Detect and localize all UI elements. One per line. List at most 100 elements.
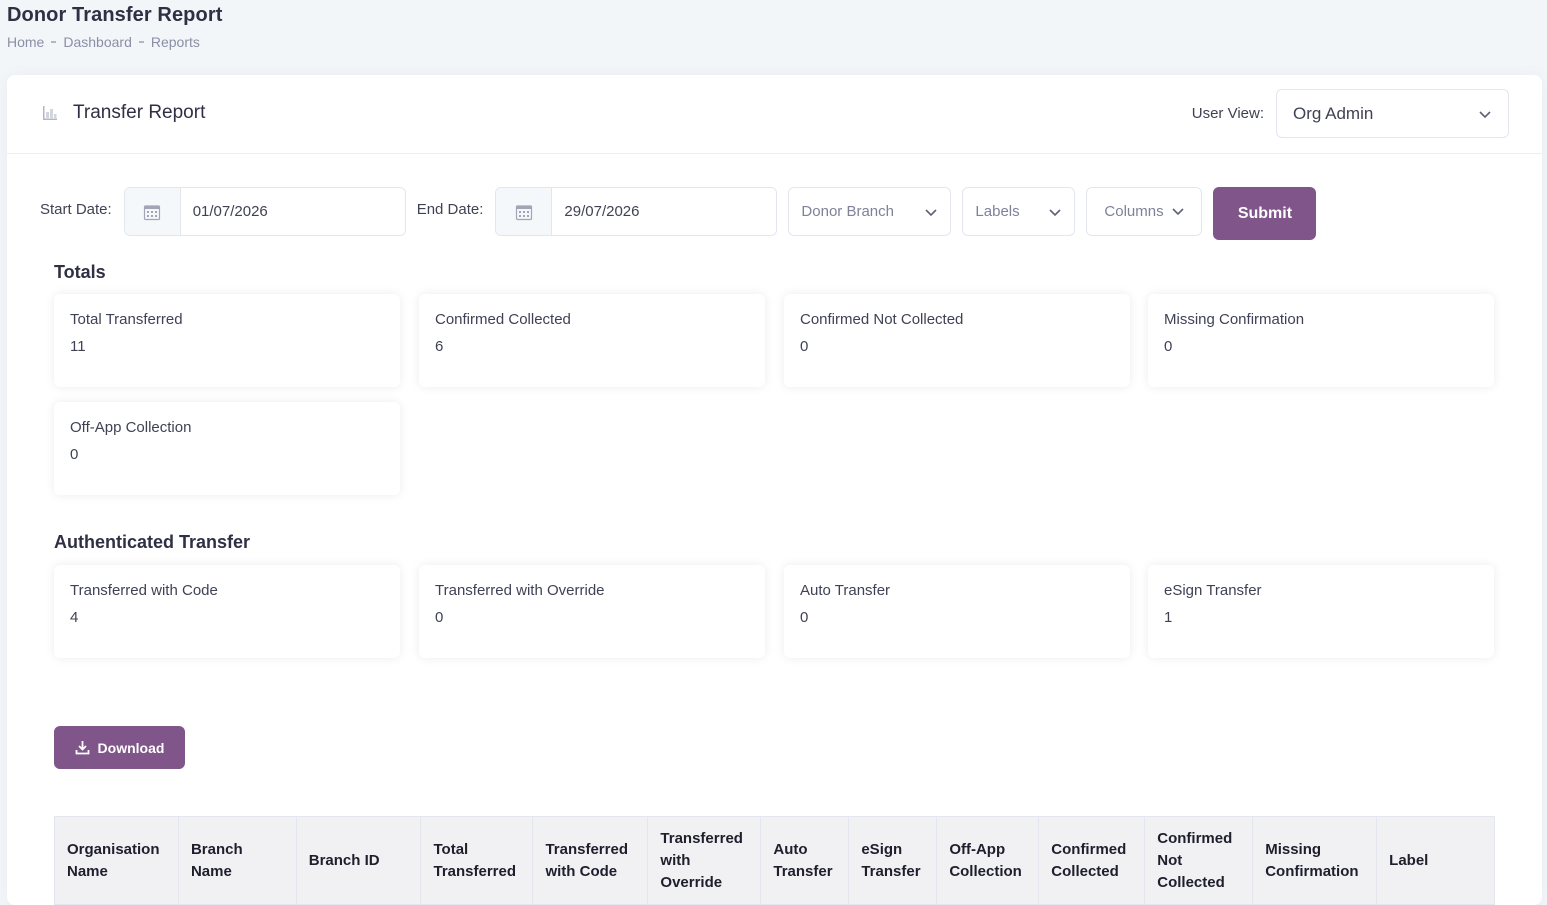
download-icon <box>75 741 89 755</box>
stat-value: 4 <box>70 609 79 626</box>
end-date-group <box>495 187 778 236</box>
column-header[interactable]: Branch Name <box>177 816 297 905</box>
column-header-text: Transfer <box>773 862 833 880</box>
donor-branch-select[interactable]: Donor Branch <box>788 187 952 236</box>
stat-label: Off-App Collection <box>70 419 192 436</box>
column-header-text: Confirmed <box>1157 829 1233 847</box>
stat-missing-confirmation: Missing Confirmation 0 <box>1148 294 1494 387</box>
stat-auto-transfer: Auto Transfer 0 <box>784 565 1130 658</box>
stat-total-transferred: Total Transferred 11 <box>54 294 400 387</box>
column-header-text: Override <box>660 873 723 891</box>
breadcrumb-dashboard[interactable]: Dashboard <box>63 34 132 50</box>
stat-label: Total Transferred <box>70 311 183 328</box>
column-header[interactable]: Missing Confirmation <box>1252 816 1378 905</box>
column-header-text: Confirmed <box>1051 840 1127 858</box>
user-view-select[interactable]: Org Admin <box>1276 89 1509 138</box>
submit-button[interactable]: Submit <box>1213 187 1317 240</box>
column-header-text: Transfer <box>861 862 921 880</box>
stat-transferred-with-override: Transferred with Override 0 <box>419 565 765 658</box>
column-header-text: Branch ID <box>308 851 380 869</box>
stat-label: eSign Transfer <box>1164 582 1262 599</box>
breadcrumb-home[interactable]: Home <box>7 34 44 50</box>
chart-icon <box>43 106 57 120</box>
column-header[interactable]: Label <box>1376 816 1495 905</box>
column-header[interactable]: eSign Transfer <box>848 816 938 905</box>
calendar-icon[interactable] <box>124 188 181 235</box>
column-header-text: Transferred <box>545 840 628 858</box>
user-view: User View: Org Admin <box>1192 89 1509 138</box>
page-header: Donor Transfer Report Home Dashboard Rep… <box>7 4 222 50</box>
column-header-text: Not <box>1157 851 1183 869</box>
totals-title: Totals <box>54 262 106 282</box>
column-header[interactable]: Confirmed Not Collected <box>1144 816 1254 905</box>
stat-confirmed-not-collected: Confirmed Not Collected 0 <box>784 294 1130 387</box>
breadcrumb: Home Dashboard Reports <box>7 34 222 50</box>
column-header-text: Name <box>67 862 108 880</box>
stat-esign-transfer: eSign Transfer 1 <box>1148 565 1494 658</box>
columns-select-label: Columns <box>1104 203 1164 220</box>
user-view-value: Org Admin <box>1293 103 1374 123</box>
columns-select[interactable]: Columns <box>1086 187 1203 236</box>
column-header-text: Confirmation <box>1265 862 1359 880</box>
column-header-text: Label <box>1389 851 1429 869</box>
labels-select-label: Labels <box>975 203 1020 220</box>
stat-value: 11 <box>70 338 86 355</box>
stat-label: Auto Transfer <box>800 582 891 599</box>
start-date-input[interactable] <box>180 188 405 235</box>
page-title: Donor Transfer Report <box>7 4 223 26</box>
chevron-down-icon <box>1049 208 1061 216</box>
column-header[interactable]: Total Transferred <box>420 816 534 905</box>
column-header-text: Name <box>190 862 232 880</box>
stat-value: 0 <box>70 446 79 463</box>
column-header-text: Transferred <box>660 829 743 847</box>
column-header[interactable]: Off-App Collection <box>936 816 1040 905</box>
stat-value: 0 <box>800 338 809 355</box>
column-header[interactable]: Confirmed Collected <box>1038 816 1146 905</box>
stat-off-app-collection: Off-App Collection 0 <box>54 402 400 495</box>
column-header[interactable]: Organisation Name <box>54 816 179 905</box>
column-header[interactable]: Auto Transfer <box>760 816 850 905</box>
download-label: Download <box>97 739 165 756</box>
stat-label: Confirmed Not Collected <box>800 311 964 328</box>
chevron-down-icon <box>925 208 937 216</box>
column-header-text: with <box>660 851 691 869</box>
table-header-row: Organisation Name Branch Name Branch ID Total… <box>54 816 1495 905</box>
breadcrumb-separator <box>138 41 144 43</box>
labels-select[interactable]: Labels <box>962 187 1076 236</box>
stat-value: 0 <box>800 609 809 626</box>
column-header-text: Organisation <box>67 840 160 858</box>
donor-branch-label: Donor Branch <box>801 203 894 220</box>
user-view-label: User View: <box>1191 105 1264 122</box>
filters-bar: Start Date: End Date: Donor Branch Label… <box>40 183 1317 240</box>
column-header[interactable]: Branch ID <box>295 816 422 905</box>
stat-confirmed-collected: Confirmed Collected 6 <box>419 294 765 387</box>
chevron-down-icon <box>1479 110 1491 118</box>
stat-label: Confirmed Collected <box>435 311 571 328</box>
column-header-text: Auto <box>773 840 808 858</box>
chevron-down-icon <box>1172 207 1184 215</box>
column-header-text: Transferred <box>433 862 517 880</box>
start-date-label: Start Date: <box>40 201 112 218</box>
column-header-text: with Code <box>545 862 618 880</box>
stat-value: 0 <box>1164 338 1173 355</box>
card-title: Transfer Report <box>41 102 205 124</box>
card-header: Transfer Report User View: Org Admin <box>7 75 1542 154</box>
column-header-text: Off-App <box>949 840 1006 858</box>
start-date-group <box>123 187 406 236</box>
column-header[interactable]: Transferred with Code <box>532 816 649 905</box>
stat-value: 1 <box>1164 609 1173 626</box>
calendar-icon[interactable] <box>496 188 553 235</box>
download-button[interactable]: Download <box>54 726 185 769</box>
stat-label: Transferred with Code <box>70 582 218 599</box>
end-date-label: End Date: <box>416 201 484 218</box>
authenticated-title: Authenticated Transfer <box>54 532 251 552</box>
column-header-text: Total <box>433 840 469 858</box>
column-header-text: Collected <box>1051 862 1119 880</box>
end-date-input[interactable] <box>552 188 777 235</box>
stat-label: Missing Confirmation <box>1164 311 1305 328</box>
column-header-text: eSign <box>861 840 903 858</box>
column-header[interactable]: Transferred with Override <box>647 816 762 905</box>
breadcrumb-separator <box>51 41 57 43</box>
stat-transferred-with-code: Transferred with Code 4 <box>54 565 400 658</box>
column-header-text: Collection <box>949 862 1022 880</box>
